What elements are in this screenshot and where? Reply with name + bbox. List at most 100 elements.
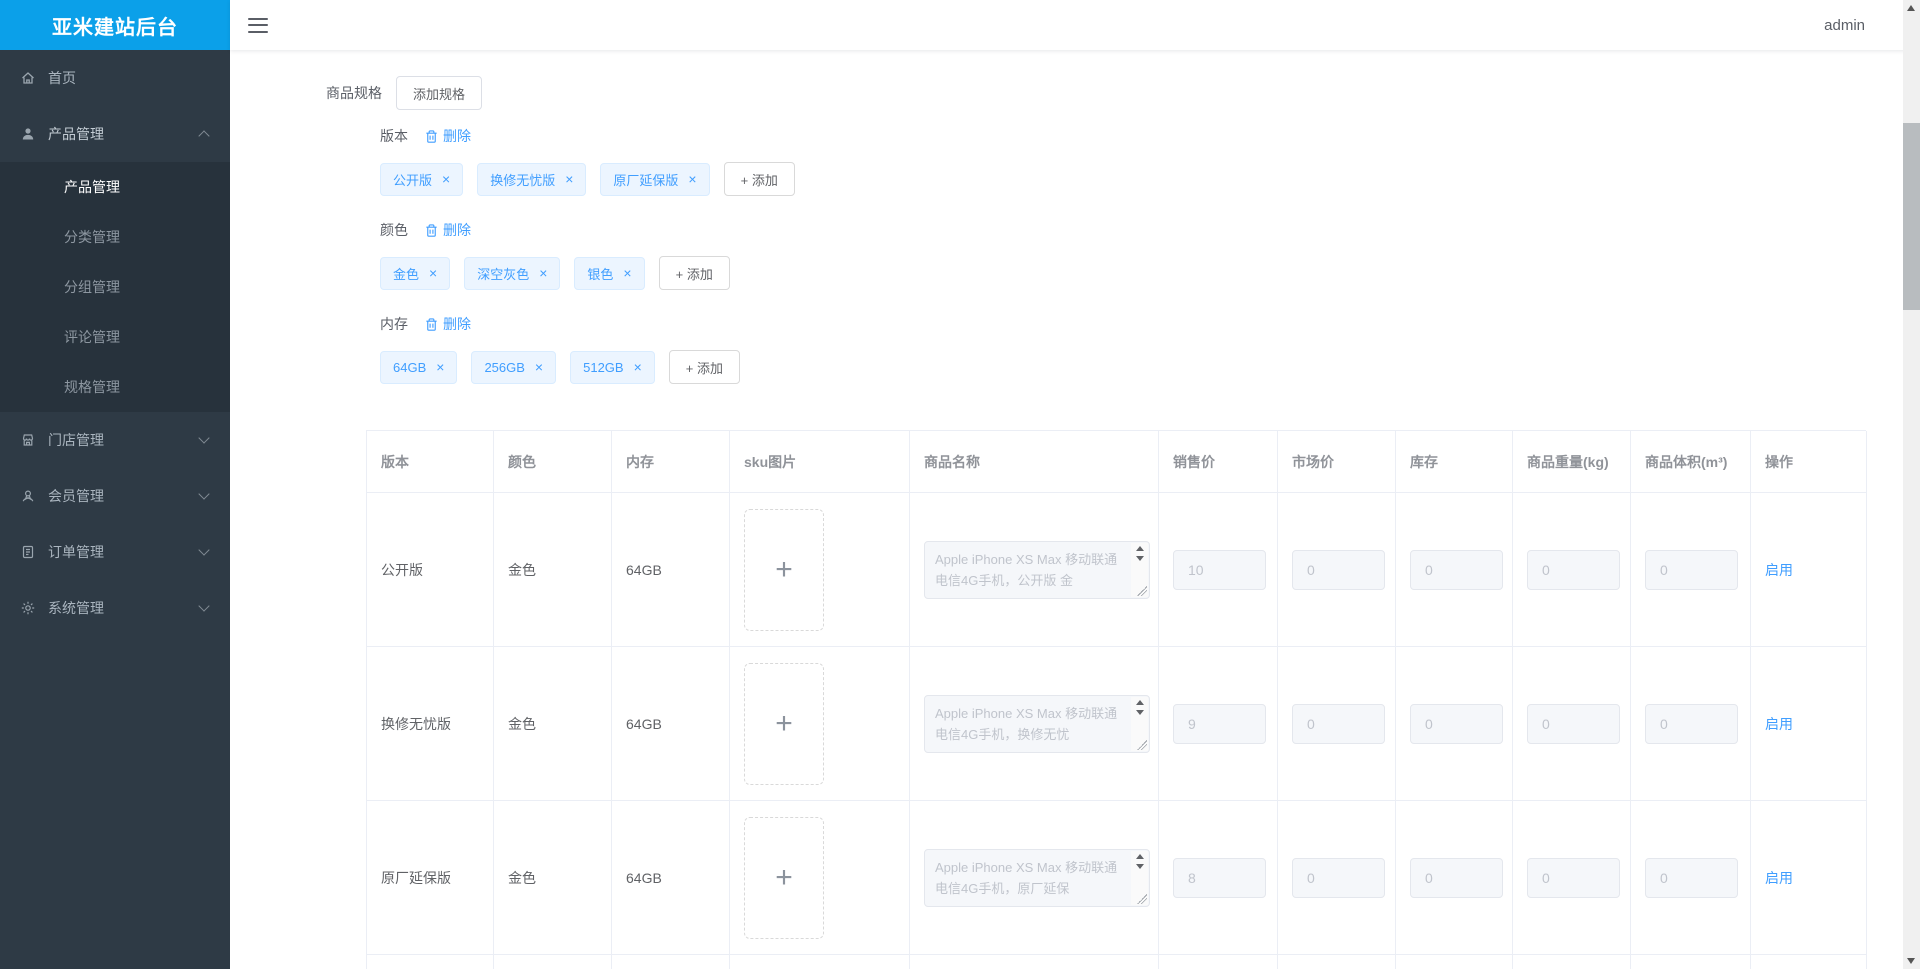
trash-icon [426, 129, 437, 143]
tag-label: 256GB [484, 359, 525, 375]
add-tag-button[interactable]: + 添加 [723, 162, 795, 196]
sku-image-upload[interactable]: + [744, 508, 824, 631]
sidebar-item-home[interactable]: 首页 [0, 50, 230, 106]
scroll-down-icon[interactable] [1135, 555, 1144, 561]
col-header-version: 版本 [367, 431, 494, 493]
sidebar-subitem-group-management[interactable]: 分组管理 [0, 262, 230, 312]
sidebar-item-order-management[interactable]: 订单管理 [0, 524, 230, 580]
app-logo: 亚米建站后台 [0, 0, 230, 50]
product-name-text: Apple iPhone XS Max 移动联通电信4G手机，公开版 金 [935, 551, 1118, 588]
spec-tag: 公开版 × [380, 162, 464, 196]
enable-link[interactable]: 启用 [1765, 868, 1793, 888]
add-tag-button[interactable]: + 添加 [658, 256, 730, 290]
scroll-up-icon[interactable] [1135, 545, 1144, 551]
sidebar-item-system-management[interactable]: 系统管理 [0, 580, 230, 636]
product-name-text: Apple iPhone XS Max 移动联通电信4G手机，原厂延保 [935, 859, 1118, 896]
tag-close-icon[interactable]: × [634, 359, 642, 375]
col-header-sale-price: 销售价 [1159, 431, 1278, 493]
sidebar: 亚米建站后台 首页 产品管理 产品管理 分类管理 分组管理 评论管理 规格管理 … [0, 0, 230, 969]
plus-icon: + [775, 552, 793, 586]
weight-input[interactable] [1527, 549, 1620, 590]
stock-input[interactable] [1410, 703, 1503, 744]
volume-input[interactable] [1645, 549, 1738, 590]
tag-close-icon[interactable]: × [535, 359, 543, 375]
cell-version: 公开版 [367, 493, 494, 647]
gear-icon [20, 600, 36, 616]
table-row: 原厂延保版 金色 64GB + Apple iPhone XS Max 移动联通… [367, 801, 1867, 955]
scroll-down-icon[interactable] [1135, 863, 1144, 869]
spec-tag: 64GB × [380, 350, 458, 384]
sku-image-upload[interactable]: + [744, 662, 824, 785]
col-header-color: 颜色 [494, 431, 612, 493]
tag-close-icon[interactable]: × [565, 171, 573, 187]
col-header-weight: 商品重量(kg) [1513, 431, 1631, 493]
sidebar-item-label: 会员管理 [48, 488, 104, 504]
add-spec-button[interactable]: 添加规格 [396, 76, 483, 110]
product-name-text: Apple iPhone XS Max 移动联通电信4G手机，换修无忧 [935, 705, 1118, 742]
app-root: 亚米建站后台 首页 产品管理 产品管理 分类管理 分组管理 评论管理 规格管理 … [0, 0, 1920, 969]
cell-color: 金色 [494, 493, 612, 647]
scroll-up-icon[interactable] [1135, 699, 1144, 705]
sidebar-item-label: 订单管理 [48, 544, 104, 560]
sale-price-input[interactable] [1173, 857, 1266, 898]
sidebar-subitem-comment-management[interactable]: 评论管理 [0, 312, 230, 362]
page-scrollbar[interactable] [1903, 0, 1920, 969]
weight-input[interactable] [1527, 857, 1620, 898]
resize-grip-icon[interactable] [1136, 585, 1148, 597]
tag-close-icon[interactable]: × [442, 171, 450, 187]
sidebar-item-product-management[interactable]: 产品管理 [0, 106, 230, 162]
sidebar-item-store-management[interactable]: 门店管理 [0, 412, 230, 468]
tag-label: 换修无忧版 [490, 172, 556, 188]
volume-input[interactable] [1645, 857, 1738, 898]
user-menu[interactable]: admin [1824, 17, 1865, 34]
sidebar-subitem-product-management[interactable]: 产品管理 [0, 162, 230, 212]
sale-price-input[interactable] [1173, 549, 1266, 590]
stock-input[interactable] [1410, 549, 1503, 590]
tag-close-icon[interactable]: × [688, 171, 696, 187]
tag-close-icon[interactable]: × [539, 265, 547, 281]
sidebar-subitem-category-management[interactable]: 分类管理 [0, 212, 230, 262]
enable-link[interactable]: 启用 [1765, 714, 1793, 734]
tag-close-icon[interactable]: × [623, 265, 631, 281]
enable-link[interactable]: 启用 [1765, 560, 1793, 580]
col-header-memory: 内存 [612, 431, 730, 493]
tag-close-icon[interactable]: × [429, 265, 437, 281]
add-tag-button[interactable]: + 添加 [668, 350, 740, 384]
delete-spec-group-link[interactable]: 删除 [424, 126, 471, 146]
product-name-textarea[interactable]: Apple iPhone XS Max 移动联通电信4G手机，换修无忧 [924, 694, 1150, 753]
sidebar-toggle-button[interactable] [248, 17, 268, 33]
sidebar-item-member-management[interactable]: 会员管理 [0, 468, 230, 524]
market-price-input[interactable] [1292, 857, 1385, 898]
scroll-down-icon[interactable] [1135, 709, 1144, 715]
member-icon [20, 488, 36, 504]
product-name-textarea[interactable]: Apple iPhone XS Max 移动联通电信4G手机，公开版 金 [924, 540, 1150, 599]
resize-grip-icon[interactable] [1136, 893, 1148, 905]
scrollbar-thumb[interactable] [1903, 123, 1920, 310]
stock-input[interactable] [1410, 857, 1503, 898]
scrollbar-down-icon[interactable] [1907, 958, 1915, 964]
submenu-label: 分类管理 [64, 229, 120, 245]
page-content: 商品规格 添加规格 版本 删除 公开版 × 换修无忧版 × 原厂延保版 × + … [230, 50, 1920, 969]
resize-grip-icon[interactable] [1136, 739, 1148, 751]
market-price-input[interactable] [1292, 549, 1385, 590]
weight-input[interactable] [1527, 703, 1620, 744]
volume-input[interactable] [1645, 703, 1738, 744]
market-price-input[interactable] [1292, 703, 1385, 744]
tag-close-icon[interactable]: × [436, 359, 444, 375]
spec-groups: 版本 删除 公开版 × 换修无忧版 × 原厂延保版 × + 添加 颜色 删除 金… [380, 126, 1920, 384]
user-icon [20, 126, 36, 142]
scroll-up-icon[interactable] [1135, 853, 1144, 859]
scrollbar-up-icon[interactable] [1907, 5, 1915, 11]
tag-label: 原厂延保版 [613, 172, 679, 188]
sidebar-subitem-spec-management[interactable]: 规格管理 [0, 362, 230, 412]
sale-price-input[interactable] [1173, 703, 1266, 744]
cell-version: 原厂延保版 [367, 801, 494, 955]
tag-label: 64GB [393, 359, 427, 375]
delete-spec-group-link[interactable]: 删除 [424, 220, 471, 240]
col-header-product-name: 商品名称 [910, 431, 1159, 493]
product-management-submenu: 产品管理 分类管理 分组管理 评论管理 规格管理 [0, 162, 230, 412]
sku-image-upload[interactable]: + [744, 816, 824, 939]
cell-version: 换修无忧版 [367, 647, 494, 801]
product-name-textarea[interactable]: Apple iPhone XS Max 移动联通电信4G手机，原厂延保 [924, 848, 1150, 907]
delete-spec-group-link[interactable]: 删除 [424, 314, 471, 334]
